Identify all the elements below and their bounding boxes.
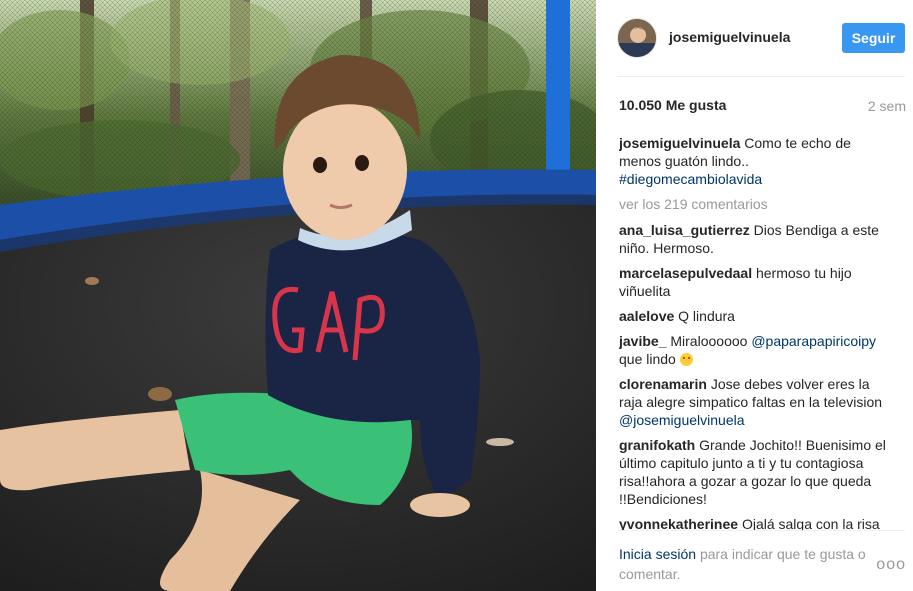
post-side-panel: josemiguelvinuela Seguir 10.050 Me gusta…	[596, 0, 913, 591]
comment-text: Ojalá salga con la risa	[741, 516, 880, 530]
comment-username[interactable]: aalelove	[619, 308, 674, 324]
comment-text: Q lindura	[678, 308, 735, 324]
caption-username[interactable]: josemiguelvinuela	[619, 135, 740, 151]
comment-item: marcelasepulvedaal hermoso tu hijo viñue…	[619, 264, 891, 300]
comment-text-after: que lindo	[619, 351, 676, 367]
comment-item: yvonnekatherinee Ojalá salga con la risa	[619, 515, 891, 530]
comment-username[interactable]: clorenamarin	[619, 376, 707, 392]
avatar[interactable]	[617, 18, 657, 58]
login-prompt: Inicia sesión para indicar que te gusta …	[619, 544, 889, 584]
comments-list[interactable]: josemiguelvinuela Como te echo de menos …	[619, 134, 891, 530]
comment-item: javibe_ Miraloooooo @paparapapiricoipy q…	[619, 332, 891, 368]
post-age[interactable]: 2 sem	[868, 98, 906, 114]
caption: josemiguelvinuela Como te echo de menos …	[619, 134, 891, 188]
comment-username[interactable]: marcelasepulvedaal	[619, 265, 752, 281]
comment-username[interactable]: granifokath	[619, 437, 695, 453]
comment-item: granifokath Grande Jochito!! Buenisimo e…	[619, 436, 891, 508]
comment-item: aalelove Q lindura	[619, 307, 891, 325]
comment-item: ana_luisa_gutierrez Dios Bendiga a este …	[619, 221, 891, 257]
comment-mention[interactable]: @josemiguelvinuela	[619, 412, 745, 428]
smiling-face-emoji-icon	[679, 353, 693, 366]
avatar-image-icon	[618, 19, 656, 57]
footer-divider	[617, 530, 905, 531]
comment-item: clorenamarin Jose debes volver eres la r…	[619, 375, 891, 429]
comment-username[interactable]: ana_luisa_gutierrez	[619, 222, 750, 238]
post-author-username[interactable]: josemiguelvinuela	[669, 29, 790, 45]
likes-count[interactable]: 10.050 Me gusta	[619, 97, 726, 113]
comment-text: Miraloooooo	[670, 333, 748, 349]
login-link[interactable]: Inicia sesión	[619, 546, 696, 562]
view-all-comments-link[interactable]: ver los 219 comentarios	[619, 195, 891, 213]
more-options-icon[interactable]: ooo	[876, 556, 906, 574]
photo-illustration	[0, 0, 596, 591]
follow-button[interactable]: Seguir	[842, 23, 905, 53]
post-photo[interactable]	[0, 0, 596, 591]
comment-mention[interactable]: @paparapapiricoipy	[751, 333, 876, 349]
comment-username[interactable]: javibe_	[619, 333, 666, 349]
header-divider	[617, 76, 905, 77]
post-header: josemiguelvinuela Seguir	[596, 0, 913, 77]
caption-hashtag[interactable]: #diegomecambiolavida	[619, 171, 762, 187]
comment-username[interactable]: yvonnekatherinee	[619, 516, 738, 530]
